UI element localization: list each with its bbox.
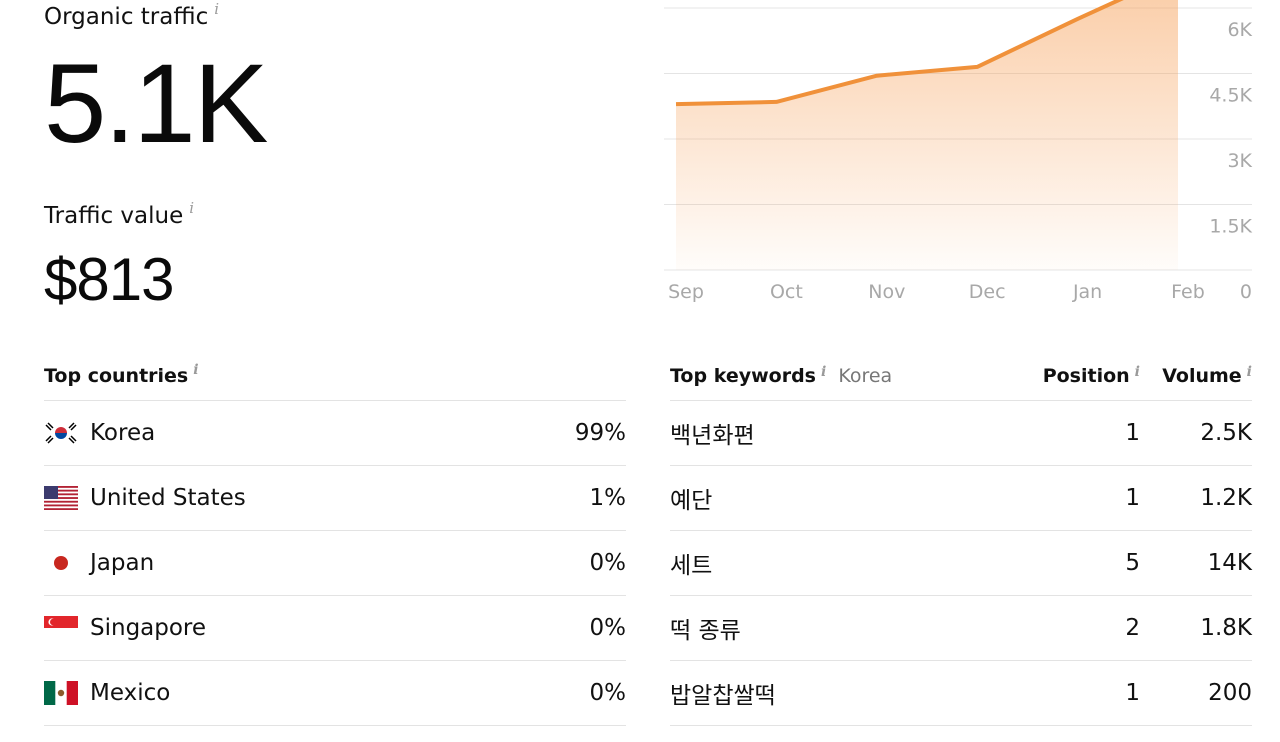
organic-traffic-chart[interactable]: 6K 4.5K 3K 1.5K 0 Sep Oct Nov Dec Jan Feb [660,0,1260,310]
keyword-row[interactable]: 세트 5 14K [670,531,1252,596]
chart-y-tick-label: 4.5K [1209,85,1252,107]
volume-header[interactable]: Volume [1162,365,1241,387]
country-share: 0% [589,615,627,641]
country-share: 0% [589,550,627,576]
country-row[interactable]: Korea 99% [44,401,626,466]
chart-x-tick-label: Dec [969,281,1006,303]
country-name: Mexico [90,680,171,706]
country-row[interactable]: Mexico 0% [44,661,626,726]
info-icon[interactable]: i [821,364,826,380]
top-keywords-table: Top keywords i Korea Position i Volume i 백년화… [670,352,1252,726]
chart-y-tick-label: 6K [1227,19,1252,41]
chart-y-tick-label: 1.5K [1209,216,1252,238]
country-row[interactable]: Singapore 0% [44,596,626,661]
country-share: 1% [589,485,627,511]
keyword-text[interactable]: 예단 [670,481,1030,515]
usa-flag-icon [44,486,78,510]
traffic-value-title: Traffic value [44,203,184,229]
keyword-text[interactable]: 세트 [670,546,1030,580]
info-icon[interactable]: i [193,362,198,378]
keyword-row[interactable]: 떡 종류 2 1.8K [670,596,1252,661]
chart-x-ticks: Sep Oct Nov Dec Jan Feb [668,281,1205,303]
keyword-volume: 1.8K [1200,615,1252,641]
keyword-row[interactable]: 백년화편 1 2.5K [670,401,1252,466]
country-share: 0% [589,680,627,706]
top-countries-title: Top countries [44,365,189,387]
keyword-text[interactable]: 백년화편 [670,416,1030,450]
japan-flag-icon [44,551,78,575]
chart-x-tick-label: Nov [868,281,905,303]
keyword-row[interactable]: 밥알찹쌀떡 1 200 [670,661,1252,726]
keyword-position: 1 [1125,680,1140,706]
country-row[interactable]: United States 1% [44,466,626,531]
country-row[interactable]: Japan 0% [44,531,626,596]
keyword-position: 5 [1125,550,1140,576]
chart-x-tick-label: Feb [1171,281,1205,303]
top-keywords-header: Top keywords i Korea Position i Volume i [670,352,1252,401]
chart-x-tick-label: Oct [770,281,803,303]
singapore-flag-icon [44,616,78,640]
country-name: Japan [90,550,155,576]
keyword-text[interactable]: 밥알찹쌀떡 [670,676,1030,710]
keywords-country-filter[interactable]: Korea [838,365,892,387]
info-icon[interactable]: i [189,199,194,217]
top-countries-header: Top countries i [44,352,626,401]
keyword-position: 1 [1125,420,1140,446]
info-icon[interactable]: i [1135,364,1140,380]
keyword-text[interactable]: 떡 종류 [670,611,1030,645]
chart-y-ticks: 6K 4.5K 3K 1.5K 0 [1209,19,1252,303]
info-icon[interactable]: i [1247,364,1252,380]
position-header[interactable]: Position [1043,365,1130,387]
keyword-volume: 2.5K [1200,420,1252,446]
traffic-value-amount: $813 [44,246,174,313]
mexico-flag-icon [44,681,78,705]
chart-y-tick-label: 0 [1240,281,1252,303]
top-keywords-title: Top keywords [670,365,816,387]
organic-traffic-value: 5.1K [44,41,268,166]
keyword-position: 2 [1125,615,1140,641]
keyword-volume: 1.2K [1200,485,1252,511]
organic-traffic-label: Organic traffic i [44,0,219,30]
korea-flag-icon [44,421,78,445]
chart-area-fill [676,0,1178,270]
info-icon[interactable]: i [214,0,219,18]
keyword-volume: 200 [1208,680,1252,706]
traffic-value-label: Traffic value i [44,199,194,229]
country-share: 99% [574,420,626,446]
country-name: United States [90,485,246,511]
country-name: Korea [90,420,156,446]
chart-x-tick-label: Sep [668,281,704,303]
top-countries-table: Top countries i Korea 99% United States … [44,352,626,726]
country-name: Singapore [90,615,207,641]
keyword-row[interactable]: 예단 1 1.2K [670,466,1252,531]
keyword-volume: 14K [1207,550,1252,576]
organic-traffic-title: Organic traffic [44,4,209,30]
chart-y-tick-label: 3K [1227,150,1252,172]
chart-x-tick-label: Jan [1072,281,1102,303]
keyword-position: 1 [1125,485,1140,511]
